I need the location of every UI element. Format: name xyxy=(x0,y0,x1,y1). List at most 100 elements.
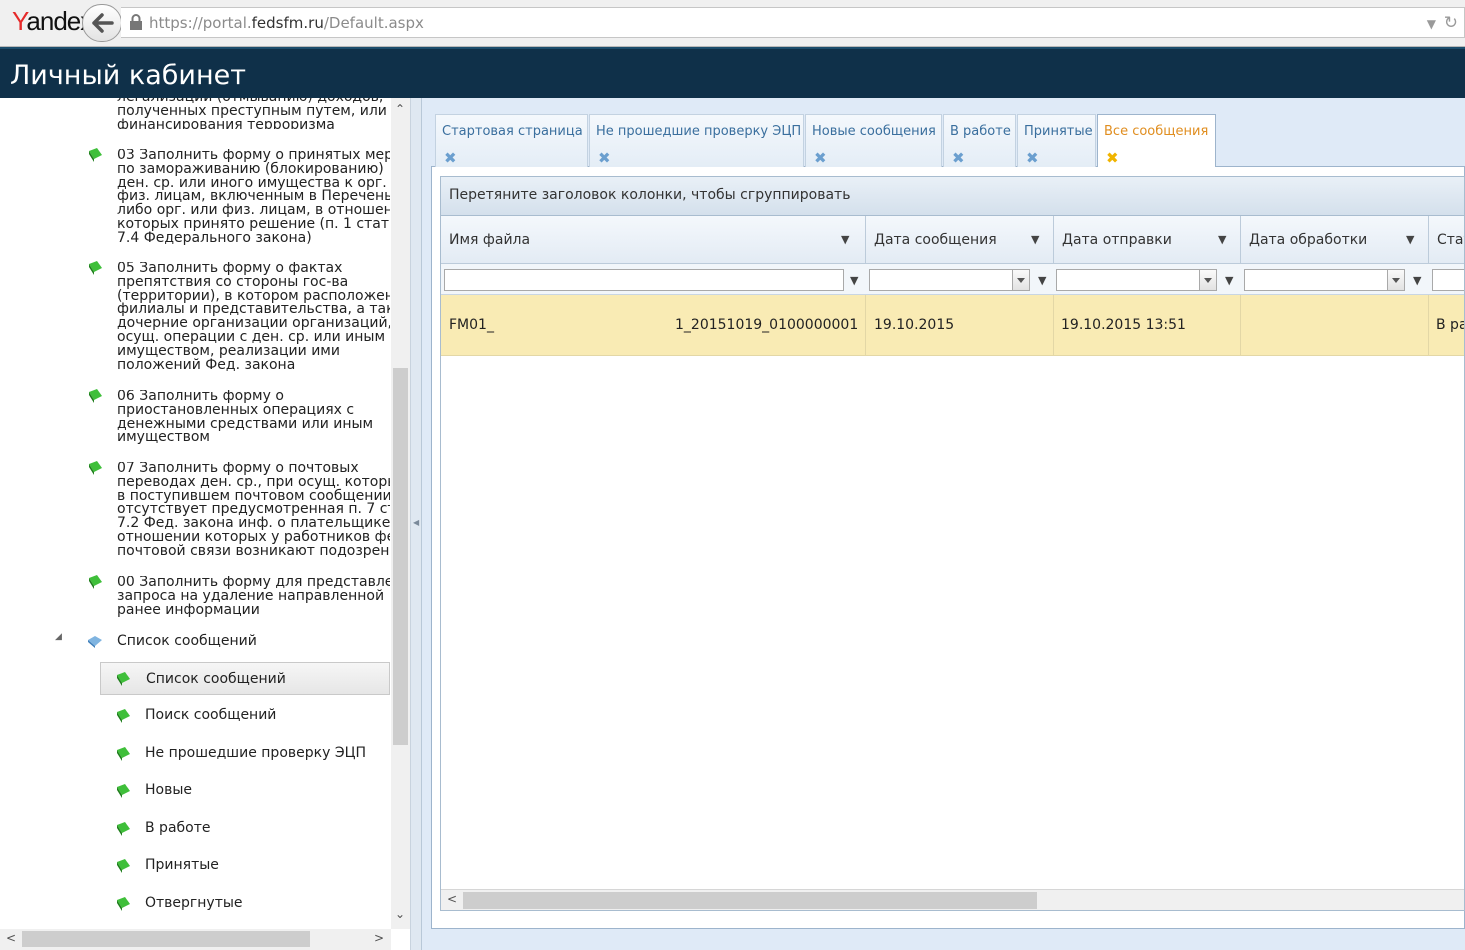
sidebar-horizontal-scroll-thumb[interactable] xyxy=(22,931,310,947)
tree-item-form-00[interactable]: 00 Заполнить форму для представления зап… xyxy=(117,576,390,618)
filter-icon[interactable]: ▼ xyxy=(850,274,858,287)
tab-label: Принятые xyxy=(1024,124,1093,139)
column-header-status[interactable]: Стат xyxy=(1429,216,1464,264)
tab-label: Не прошедшие проверку ЭЦП xyxy=(596,124,802,139)
filter-icon[interactable]: ▼ xyxy=(1038,274,1046,287)
expand-triangle-icon[interactable]: ◢ xyxy=(55,632,62,642)
sidebar-tree: легализации (отмыванию) доходов, получен… xyxy=(0,98,410,950)
tab-label: Все сообщения xyxy=(1104,124,1209,139)
sidebar-item-label: Принятые xyxy=(145,857,219,873)
tree-item-form-06[interactable]: 06 Заполнить форму о приостановленных оп… xyxy=(117,390,390,446)
message-date-value: 19.10.2015 xyxy=(874,317,955,333)
scroll-right-icon[interactable]: > xyxy=(374,931,384,945)
column-header-file-name[interactable]: Имя файла ▼ xyxy=(441,216,866,264)
status-filter-input[interactable] xyxy=(1432,269,1464,291)
form-leaf-icon xyxy=(89,389,102,403)
tab-in-progress[interactable]: В работе ✖ xyxy=(943,114,1016,167)
column-title: Дата сообщения xyxy=(874,232,997,248)
filter-row: ▼ ▼ ▼ ▼ xyxy=(441,264,1464,295)
page-title: Личный кабинет xyxy=(10,60,246,91)
address-bar[interactable]: https://portal.fedsfm.ru/Default.aspx ▼ … xyxy=(121,7,1465,38)
form-leaf-icon xyxy=(89,461,102,475)
close-icon[interactable]: ✖ xyxy=(444,149,457,167)
cell-file-name: FM01_ 1_20151019_0100000001 xyxy=(441,295,866,356)
cell-status: В ра xyxy=(1429,295,1465,356)
sidebar-item-message-list[interactable]: Список сообщений xyxy=(100,662,390,695)
close-icon[interactable]: ✖ xyxy=(1106,149,1119,167)
filter-icon[interactable]: ▼ xyxy=(1413,274,1421,287)
tab-label: Новые сообщения xyxy=(812,124,936,139)
tab-new-messages[interactable]: Новые сообщения ✖ xyxy=(805,114,942,167)
tab-accepted[interactable]: Принятые ✖ xyxy=(1017,114,1096,167)
table-row[interactable]: FM01_ 1_20151019_0100000001 19.10.2015 1… xyxy=(441,295,1465,356)
sidebar-item-rejected[interactable]: Отвергнутые xyxy=(100,887,390,920)
sidebar-item-label: Поиск сообщений xyxy=(145,707,277,723)
sidebar-item-in-progress[interactable]: В работе xyxy=(100,812,390,845)
status-value: В ра xyxy=(1436,317,1465,333)
column-title: Стат xyxy=(1437,232,1464,248)
column-header-processed-date[interactable]: Дата обработки ▼ xyxy=(1241,216,1429,264)
tab-failed-signature[interactable]: Не прошедшие проверку ЭЦП ✖ xyxy=(589,114,804,167)
filter-icon[interactable]: ▼ xyxy=(1406,233,1414,246)
message-date-filter-input[interactable] xyxy=(869,269,1014,291)
back-arrow-icon xyxy=(92,13,114,33)
sidebar-item-label: В работе xyxy=(145,820,211,836)
tab-all-messages[interactable]: Все сообщения ✖ xyxy=(1097,114,1216,168)
messages-grid: Перетяните заголовок колонки, чтобы сгру… xyxy=(440,176,1465,911)
grid-horizontal-scroll-thumb[interactable] xyxy=(463,892,1037,909)
sent-date-filter-dropdown[interactable] xyxy=(1199,269,1217,291)
column-header-message-date[interactable]: Дата сообщения ▼ xyxy=(866,216,1054,264)
leaf-icon xyxy=(117,822,130,836)
sidebar-item-search[interactable]: Поиск сообщений xyxy=(100,699,390,732)
sidebar-item-failed-signature[interactable]: Не прошедшие проверку ЭЦП xyxy=(100,737,390,770)
cell-sent-date: 19.10.2015 13:51 xyxy=(1054,295,1241,356)
sidebar-item-label: Список сообщений xyxy=(146,671,286,687)
tree-group-messages[interactable]: Список сообщений xyxy=(117,633,257,649)
group-panel[interactable]: Перетяните заголовок колонки, чтобы сгру… xyxy=(441,177,1464,216)
chevron-down-icon[interactable]: ▼ xyxy=(1427,17,1436,31)
group-hint: Перетяните заголовок колонки, чтобы сгру… xyxy=(449,187,851,203)
sidebar-item-accepted[interactable]: Принятые xyxy=(100,849,390,882)
back-button[interactable] xyxy=(82,4,122,42)
scroll-left-icon[interactable]: < xyxy=(447,892,457,906)
scroll-up-icon[interactable]: ⌃ xyxy=(395,102,405,116)
scroll-left-icon[interactable]: < xyxy=(6,931,16,945)
column-title: Имя файла xyxy=(449,232,531,248)
filter-icon[interactable]: ▼ xyxy=(1031,233,1039,246)
tab-start-page[interactable]: Стартовая страница ✖ xyxy=(435,114,588,167)
filter-icon[interactable]: ▼ xyxy=(1225,274,1233,287)
processed-date-filter-dropdown[interactable] xyxy=(1387,269,1405,291)
leaf-icon xyxy=(117,709,130,723)
close-icon[interactable]: ✖ xyxy=(1026,149,1039,167)
app-header: Личный кабинет xyxy=(0,47,1465,98)
tree-item-form-05[interactable]: 05 Заполнить форму о фактах препятствия … xyxy=(117,262,390,373)
sidebar-item-label: Не прошедшие проверку ЭЦП xyxy=(145,745,366,761)
reload-icon[interactable]: ↻ xyxy=(1444,13,1458,33)
pane-splitter[interactable]: ◀ xyxy=(410,98,421,950)
scroll-down-icon[interactable]: ⌄ xyxy=(395,907,405,921)
tree-item-form-03[interactable]: 03 Заполнить форму о принятых мерах по з… xyxy=(117,149,390,246)
close-icon[interactable]: ✖ xyxy=(952,149,965,167)
cell-message-date: 19.10.2015 xyxy=(866,295,1054,356)
column-title: Дата отправки xyxy=(1062,232,1172,248)
close-icon[interactable]: ✖ xyxy=(814,149,827,167)
sent-date-filter-input[interactable] xyxy=(1056,269,1201,291)
tab-label: В работе xyxy=(950,124,1011,139)
cell-processed-date xyxy=(1241,295,1429,356)
filter-icon[interactable]: ▼ xyxy=(1218,233,1226,246)
file-name-filter-input[interactable] xyxy=(444,269,844,291)
message-date-filter-dropdown[interactable] xyxy=(1012,269,1030,291)
sidebar-vertical-scroll-thumb[interactable] xyxy=(393,368,408,745)
leaf-icon xyxy=(117,672,130,686)
leaf-icon xyxy=(117,897,130,911)
sidebar-item-new[interactable]: Новые xyxy=(100,774,390,807)
browser-toolbar: Yandex https://portal.fedsfm.ru/Default.… xyxy=(0,0,1465,47)
processed-date-filter-input[interactable] xyxy=(1244,269,1389,291)
tree-item-form-07[interactable]: 07 Заполнить форму о почтовых переводах … xyxy=(117,462,390,559)
column-title: Дата обработки xyxy=(1249,232,1368,248)
close-icon[interactable]: ✖ xyxy=(598,149,611,167)
filter-icon[interactable]: ▼ xyxy=(841,233,849,246)
column-header-sent-date[interactable]: Дата отправки ▼ xyxy=(1054,216,1241,264)
leaf-icon xyxy=(117,784,130,798)
yandex-logo[interactable]: Yandex xyxy=(12,6,93,37)
